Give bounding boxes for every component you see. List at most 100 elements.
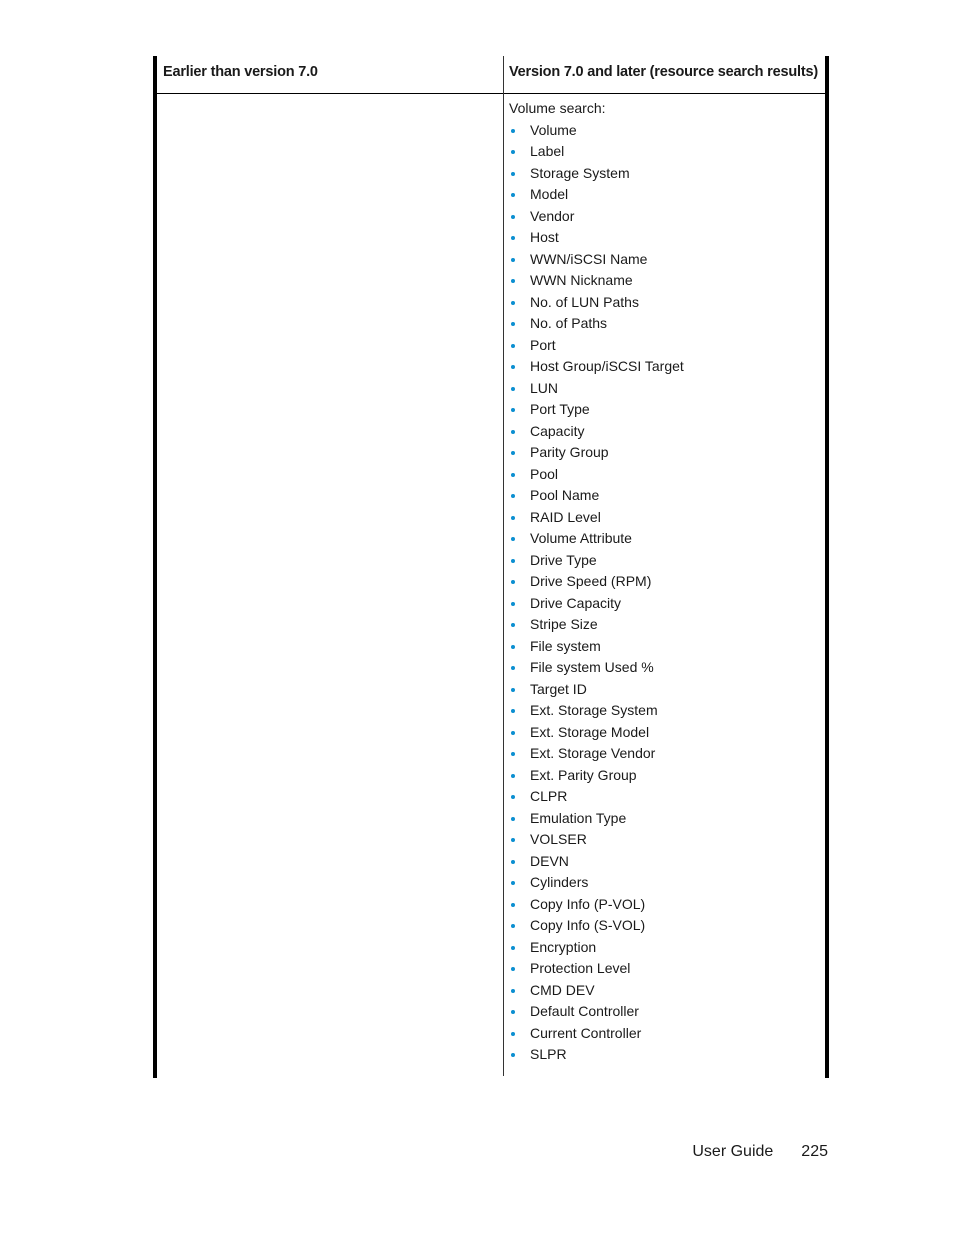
list-item-label: Port: [530, 336, 556, 353]
list-item: Parity Group: [509, 442, 684, 464]
list-item: WWN Nickname: [509, 270, 684, 292]
list-item-label: SLPR: [530, 1046, 567, 1062]
list-item-label: Parity Group: [530, 444, 609, 460]
bullet-icon: [511, 687, 515, 692]
bullet-icon: [511, 945, 515, 950]
list-item: Cylinders: [509, 872, 684, 894]
list-item-label: DEVN: [530, 852, 569, 869]
list-item-label: Drive Type: [530, 551, 597, 568]
bullet-icon: [511, 429, 515, 434]
bullet-icon: [511, 537, 515, 541]
bullet-icon: [511, 193, 515, 197]
bullet-icon: [511, 171, 515, 176]
bullet-icon: [511, 881, 515, 885]
list-item-label: Capacity: [530, 422, 585, 439]
list-item-label: LUN: [530, 379, 559, 396]
list-item-label: Emulation Type: [530, 809, 627, 826]
list-item-label: Model: [530, 186, 569, 202]
list-item-label: Host Group/iSCSI Target: [530, 358, 684, 374]
list-item: Host: [509, 227, 684, 249]
list-item: Drive Capacity: [509, 593, 684, 615]
bullet-icon: [511, 580, 515, 584]
list-item-label: Copy Info (P-VOL): [530, 895, 646, 912]
bullet-icon: [511, 988, 515, 993]
list-item: Current Controller: [509, 1023, 684, 1045]
list-item-label: CLPR: [530, 788, 568, 804]
list-item-label: Encryption: [530, 938, 597, 955]
list-item: Copy Info (P-VOL): [509, 894, 684, 916]
list-item-label: Ext. Storage Vendor: [530, 745, 656, 761]
list-item-label: Pool Name: [530, 487, 600, 503]
bullet-icon: [511, 1053, 515, 1057]
list-item: Volume Attribute: [509, 528, 684, 550]
bullet-icon: [511, 300, 515, 305]
list-item-label: Label: [530, 143, 565, 159]
bullet-icon: [511, 365, 515, 369]
list-item: Drive Speed (RPM): [509, 571, 684, 593]
bullet-icon: [511, 666, 515, 670]
bullet-icon: [511, 343, 515, 348]
bullet-icon: [511, 386, 515, 391]
bullet-icon: [511, 128, 515, 133]
list-item: Pool Name: [509, 485, 684, 507]
list-item-label: Protection Level: [530, 960, 631, 976]
list-item-label: No. of Paths: [530, 315, 608, 331]
list-item: Drive Type: [509, 550, 684, 572]
bullet-icon: [511, 967, 515, 971]
list-item: Host Group/iSCSI Target: [509, 356, 684, 378]
bullet-icon: [511, 515, 515, 520]
list-item-label: CMD DEV: [530, 981, 595, 998]
list-item-label: Volume: [530, 121, 577, 138]
list-item-label: Default Controller: [530, 1003, 639, 1019]
bullet-icon: [511, 472, 515, 477]
list-item: Storage System: [509, 163, 684, 185]
list-item: No. of Paths: [509, 313, 684, 335]
list-item: Ext. Storage System: [509, 700, 684, 722]
table-cell-right: Volume search: Volume Label Storage System…: [509, 98, 684, 1066]
list-item: Volume: [509, 120, 684, 142]
column-divider: [503, 56, 504, 1076]
list-item: Label: [509, 141, 684, 163]
list-item-label: Cylinders: [530, 874, 589, 890]
list-item: Default Controller: [509, 1001, 684, 1023]
version-comparison-table: Earlier than version 7.0 Version 7.0 and…: [153, 56, 829, 1078]
page-footer: User Guide 225: [692, 1143, 828, 1161]
list-item-label: Vendor: [530, 207, 575, 224]
bullet-icon: [511, 279, 515, 283]
list-item-label: WWN Nickname: [530, 272, 633, 288]
bullet-icon: [511, 838, 515, 842]
list-item: Pool: [509, 464, 684, 486]
bullet-icon: [511, 752, 515, 756]
bullet-icon: [511, 257, 515, 262]
bullet-icon: [511, 709, 515, 713]
list-item-label: Host: [530, 229, 559, 245]
list-item: Ext. Storage Model: [509, 722, 684, 744]
list-item: CLPR: [509, 786, 684, 808]
list-item-label: Current Controller: [530, 1024, 642, 1041]
list-item-label: Drive Capacity: [530, 594, 622, 611]
list-item: File system Used %: [509, 657, 684, 679]
bullet-icon: [511, 494, 515, 498]
list-item: Ext. Parity Group: [509, 765, 684, 787]
bullet-icon: [511, 816, 515, 821]
list-item: Stripe Size: [509, 614, 684, 636]
bullet-icon: [511, 601, 515, 606]
list-item: WWN/iSCSI Name: [509, 249, 684, 271]
bullet-icon: [511, 451, 515, 455]
list-item: Model: [509, 184, 684, 206]
list-item-label: File system: [530, 637, 601, 654]
list-item: Target ID: [509, 679, 684, 701]
list-item-label: RAID Level: [530, 508, 601, 525]
list-item: VOLSER: [509, 829, 684, 851]
list-item-label: Drive Speed (RPM): [530, 573, 652, 589]
list-item-label: VOLSER: [530, 831, 587, 847]
header-earlier-than-7: Earlier than version 7.0: [163, 64, 318, 80]
list-item: Vendor: [509, 206, 684, 228]
bullet-icon: [511, 795, 515, 799]
list-item: Emulation Type: [509, 808, 684, 830]
bullet-icon: [511, 150, 515, 154]
list-item: Ext. Storage Vendor: [509, 743, 684, 765]
list-item: LUN: [509, 378, 684, 400]
bullet-icon: [511, 924, 515, 928]
bullet-icon: [511, 408, 515, 412]
